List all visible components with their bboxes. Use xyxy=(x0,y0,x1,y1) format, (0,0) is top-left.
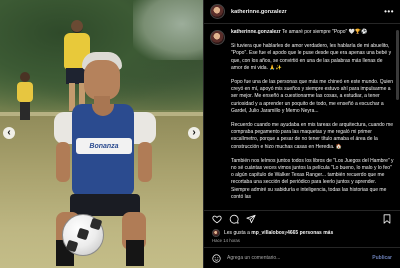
caption-paragraph: Recuerdo cuando me ayudaba en mis tareas… xyxy=(231,122,394,150)
jersey-sponsor-text: Bonanza xyxy=(76,138,132,154)
more-options-button[interactable]: ••• xyxy=(384,7,394,16)
post-side-panel: katherinne.gonzalezr ••• katherinne.gonz… xyxy=(203,0,400,268)
caption-scrollbar[interactable] xyxy=(396,30,399,100)
likes-prefix: Les gusta a xyxy=(224,230,250,236)
caption-lead: Te amaré por siempre "Popo" 🤍🏆⚽ xyxy=(282,29,368,35)
share-icon[interactable] xyxy=(246,214,256,224)
liker-avatar[interactable] xyxy=(212,229,220,237)
likes-count[interactable]: 4665 personas más xyxy=(287,230,333,236)
instagram-post-modal: Bonanza ‹ › katherinne.gonzalezr ••• kat… xyxy=(0,0,400,268)
caption-avatar[interactable] xyxy=(210,30,225,45)
photo-sky xyxy=(133,0,203,60)
caption-paragraph: Popo fue una de las personas que más me … xyxy=(231,79,394,114)
previous-image-button[interactable]: ‹ xyxy=(3,127,15,139)
caption-paragraph: Si tuviera que hablarles de amor verdade… xyxy=(231,43,392,71)
comment-input[interactable] xyxy=(227,255,367,261)
liker-username[interactable]: mp_villalobos xyxy=(251,230,284,236)
caption-username[interactable]: katherinne.gonzalezr xyxy=(231,29,281,35)
post-timestamp[interactable]: Hace 14 horas xyxy=(212,238,240,243)
caption-scroll-area[interactable]: katherinne.gonzalezr Te amaré por siempr… xyxy=(204,25,400,210)
add-comment-bar: Publicar xyxy=(204,247,400,268)
post-actions xyxy=(204,210,400,227)
next-image-button[interactable]: › xyxy=(188,127,200,139)
author-avatar[interactable] xyxy=(210,4,225,19)
caption-row: katherinne.gonzalezr Te amaré por siempr… xyxy=(210,29,394,208)
heart-icon[interactable] xyxy=(212,214,222,224)
caption-paragraph: También nos leímos juntos todos los libr… xyxy=(231,157,394,200)
bookmark-icon[interactable] xyxy=(382,214,392,224)
comment-icon[interactable] xyxy=(229,214,239,224)
emoji-icon[interactable] xyxy=(212,253,221,263)
likes-line: Les gusta a mp_villalobos y 4665 persona… xyxy=(212,229,333,237)
post-photo: Bonanza ‹ › xyxy=(0,0,203,268)
post-header: katherinne.gonzalezr ••• xyxy=(204,0,400,24)
caption-text: katherinne.gonzalezr Te amaré por siempr… xyxy=(231,29,394,208)
publish-comment-button[interactable]: Publicar xyxy=(372,255,392,261)
author-username[interactable]: katherinne.gonzalezr xyxy=(231,9,287,15)
soccer-ball xyxy=(62,214,104,256)
photo-child xyxy=(14,72,36,120)
